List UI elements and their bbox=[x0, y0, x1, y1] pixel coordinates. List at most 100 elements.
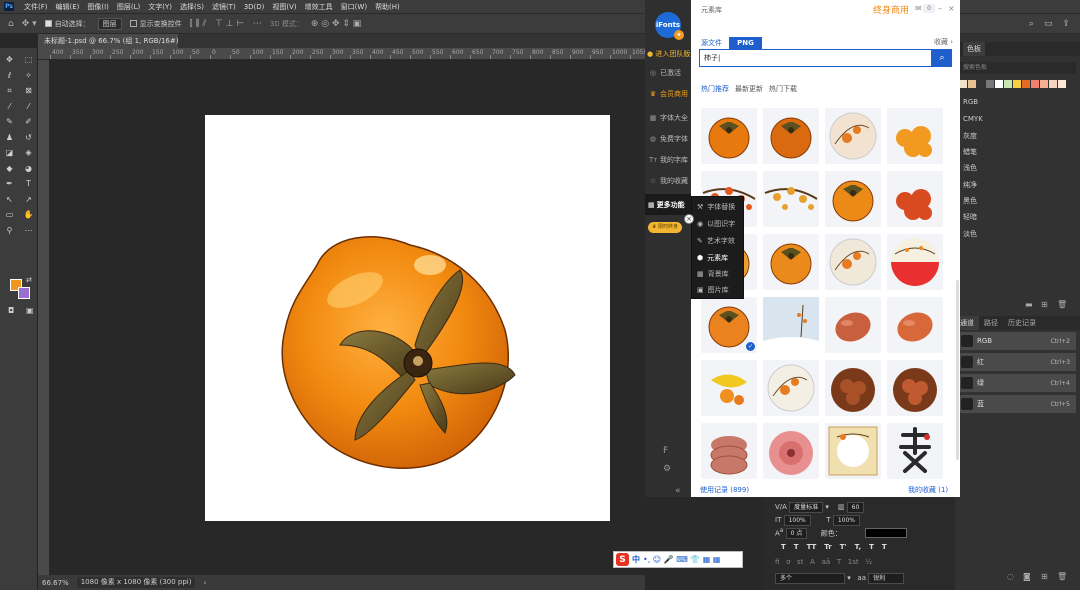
element-thumbnail[interactable] bbox=[701, 423, 757, 479]
tab-source-file[interactable]: 源文件 bbox=[701, 38, 722, 48]
tab-png[interactable]: PNG bbox=[729, 37, 762, 49]
element-thumbnail[interactable] bbox=[701, 360, 757, 416]
new-channel-icon[interactable]: ⊞ bbox=[1041, 572, 1048, 581]
hand-tool-icon[interactable]: ✋ bbox=[19, 207, 38, 223]
swatch-chip[interactable] bbox=[1022, 80, 1030, 88]
more-features-button[interactable]: ▦ 更多功能 bbox=[645, 194, 691, 215]
element-thumbnail[interactable] bbox=[887, 108, 943, 164]
enter-team-link[interactable]: ● 进入团队版 bbox=[647, 49, 690, 59]
element-thumbnail[interactable] bbox=[763, 234, 819, 290]
load-selection-icon[interactable]: ◌ bbox=[1007, 572, 1014, 581]
element-thumbnail[interactable] bbox=[887, 423, 943, 479]
swap-colors-icon[interactable]: ⇄ bbox=[26, 276, 32, 284]
underline-button[interactable]: T bbox=[869, 543, 874, 551]
submenu-element-lib[interactable]: ⬢ 元素库 bbox=[691, 249, 746, 265]
screen-mode-icon[interactable]: ▣ bbox=[26, 306, 34, 315]
close-submenu-icon[interactable]: × bbox=[684, 214, 694, 224]
all-caps-button[interactable]: TT bbox=[807, 543, 817, 551]
element-thumbnail[interactable] bbox=[701, 108, 757, 164]
favorites-link[interactable]: 收藏 › bbox=[934, 37, 953, 47]
submenu-art-text[interactable]: ✎ 艺术字效 bbox=[697, 236, 735, 246]
filter-hot-download[interactable]: 热门下载 bbox=[769, 84, 797, 94]
align-icons[interactable]: ⫿ ⫼ ⫽ ⊤ ⊥ ⊢ ⋯ bbox=[190, 19, 262, 29]
element-thumbnail[interactable] bbox=[825, 108, 881, 164]
magic-wand-icon[interactable]: ✧ bbox=[19, 68, 38, 84]
element-thumbnail[interactable] bbox=[763, 297, 819, 353]
lifetime-commercial-label[interactable]: 终身商用 bbox=[873, 3, 909, 16]
swatch-chip[interactable] bbox=[968, 80, 976, 88]
limited-offer-badge[interactable]: ♛ 限时终身 bbox=[648, 222, 683, 233]
direct-select-icon[interactable]: ↗ bbox=[19, 192, 38, 208]
element-thumbnail[interactable] bbox=[887, 234, 943, 290]
antialias-dropdown[interactable]: 锐利 bbox=[868, 573, 905, 584]
my-favorites-link[interactable]: 我的收藏 (1) bbox=[908, 485, 948, 495]
swatch-chip[interactable] bbox=[977, 80, 985, 88]
auto-select-checkbox[interactable]: 自动选择： bbox=[44, 19, 90, 29]
swatch-chip[interactable] bbox=[1058, 80, 1066, 88]
rectangle-tool-icon[interactable]: ▭ bbox=[0, 207, 19, 223]
gear-icon[interactable]: ⚙ bbox=[663, 464, 671, 474]
element-thumbnail[interactable] bbox=[763, 360, 819, 416]
workspace-icon[interactable]: ▭ bbox=[1044, 19, 1053, 29]
submenu-background-lib[interactable]: ▦ 背景库 bbox=[697, 269, 729, 279]
brush-tool-icon[interactable]: ✎ bbox=[0, 114, 19, 130]
crop-tool-icon[interactable]: ⌗ bbox=[0, 83, 19, 99]
nav-my-favorites[interactable]: ☆ 我的收藏 bbox=[649, 176, 688, 186]
move-tool-icon[interactable]: ✥ bbox=[0, 52, 19, 68]
message-icon[interactable]: ✉ bbox=[915, 4, 922, 13]
menu-select[interactable]: 选择(S) bbox=[176, 2, 208, 12]
ruler-icon[interactable]: ⁄ bbox=[19, 99, 38, 115]
trash-icon[interactable]: 🗑 bbox=[1057, 300, 1067, 309]
tab-swatches[interactable]: 色板 bbox=[963, 42, 985, 56]
dodge-tool-icon[interactable]: ◕ bbox=[19, 161, 38, 177]
lasso-tool-icon[interactable]: ℓ bbox=[0, 68, 19, 84]
swatch-group-pure[interactable]: 纯净 bbox=[963, 180, 977, 190]
menu-view[interactable]: 视图(V) bbox=[268, 2, 300, 12]
tracking-value-field[interactable]: 60 bbox=[846, 502, 865, 513]
text-color-swatch[interactable] bbox=[865, 528, 907, 538]
document-tab[interactable]: 未标题-1.psd @ 66.7% (组 1, RGB/16#) *× bbox=[38, 34, 194, 48]
menu-3d[interactable]: 3D(D) bbox=[240, 3, 269, 11]
ime-toolbar[interactable]: S 中 •, ☺ 🎤 ⌨ 👕 ▦ ▦ bbox=[613, 551, 743, 568]
ime-icons[interactable]: •, ☺ 🎤 ⌨ 👕 ▦ ▦ bbox=[643, 555, 720, 564]
element-thumbnail[interactable] bbox=[825, 360, 881, 416]
channel-row[interactable]: 蓝 Ctrl+5 bbox=[959, 395, 1076, 414]
nav-activated[interactable]: ◎ 已激活 bbox=[649, 68, 681, 78]
vertical-scale-field[interactable]: 100% bbox=[783, 515, 811, 526]
swatch-group-dark[interactable]: 黑色 bbox=[963, 196, 977, 206]
menu-filter[interactable]: 滤镜(T) bbox=[208, 2, 240, 12]
element-thumbnail[interactable] bbox=[825, 423, 881, 479]
background-color-swatch[interactable] bbox=[18, 287, 30, 299]
home-icon[interactable]: ⌂ bbox=[8, 19, 14, 29]
swatch-chip[interactable] bbox=[1040, 80, 1048, 88]
menu-window[interactable]: 窗口(W) bbox=[337, 2, 371, 12]
element-thumbnail[interactable] bbox=[887, 360, 943, 416]
search-icon[interactable]: ⌕ bbox=[1029, 19, 1034, 29]
element-thumbnail[interactable] bbox=[763, 423, 819, 479]
document-canvas[interactable] bbox=[205, 115, 610, 521]
swatch-group-rgb[interactable]: RGB bbox=[963, 98, 978, 106]
swatch-group-light[interactable]: 浅色 bbox=[963, 163, 977, 173]
swatch-chip[interactable] bbox=[1031, 80, 1039, 88]
swatch-group-pale[interactable]: 淡色 bbox=[963, 229, 977, 239]
nav-member-commercial[interactable]: ♛ 会员商用 bbox=[649, 89, 688, 99]
pen-tool-icon[interactable]: ✒ bbox=[0, 176, 19, 192]
ifonts-logo[interactable]: iFonts ★ bbox=[655, 12, 684, 40]
quick-mask-icon[interactable]: ◘ bbox=[8, 306, 14, 315]
ime-mode-label[interactable]: 中 bbox=[632, 554, 640, 565]
share-icon[interactable]: ⇪ bbox=[1062, 19, 1070, 29]
element-thumbnail[interactable]: ✓ bbox=[701, 297, 757, 353]
subscript-button[interactable]: T, bbox=[855, 543, 861, 551]
swatch-chip[interactable] bbox=[1049, 80, 1057, 88]
channel-row[interactable]: RGB Ctrl+2 bbox=[959, 332, 1076, 351]
filter-latest[interactable]: 最新更新 bbox=[735, 84, 763, 94]
collapse-icon[interactable]: « bbox=[675, 486, 681, 496]
zoom-tool-icon[interactable]: ⚲ bbox=[0, 223, 19, 239]
swatch-group-darker[interactable]: 轻暗 bbox=[963, 212, 977, 222]
document-info[interactable]: 1080 像素 x 1080 像素 (300 ppi) bbox=[76, 577, 196, 588]
swatch-chip[interactable] bbox=[986, 80, 994, 88]
element-thumbnail[interactable] bbox=[825, 171, 881, 227]
close-icon[interactable]: × bbox=[948, 4, 955, 13]
swatch-search-input[interactable]: 搜索色板 bbox=[959, 62, 1076, 74]
more-tools-icon[interactable]: ⋯ bbox=[19, 223, 38, 239]
